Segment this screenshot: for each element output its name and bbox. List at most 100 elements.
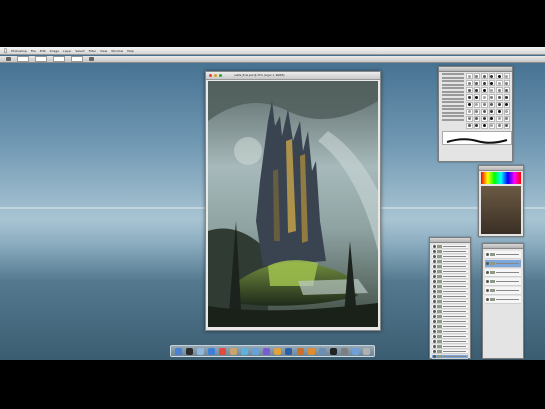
layer-row[interactable] [432,245,468,249]
menu-file[interactable]: File [31,49,36,53]
brush-preset[interactable] [503,94,510,101]
layer-row[interactable] [432,285,468,289]
preview-icon[interactable] [318,347,326,355]
eye-icon[interactable] [433,335,436,338]
trash-icon[interactable] [362,347,370,355]
menu-view[interactable]: View [100,49,107,53]
eye-icon[interactable] [433,255,436,258]
channels-panel[interactable] [482,243,524,359]
brush-preset[interactable] [496,122,503,129]
brush-preset[interactable] [473,122,480,129]
layer-row[interactable] [432,325,468,329]
brush-preset[interactable] [488,122,495,129]
layers-panel[interactable] [429,237,471,359]
safari-icon[interactable] [208,347,216,355]
apple-icon[interactable]:  [4,48,7,54]
bridge-icon[interactable] [296,347,304,355]
brush-preset[interactable] [473,115,480,122]
layer-row[interactable] [432,335,468,339]
layer-row[interactable] [432,310,468,314]
eye-icon[interactable] [433,245,436,248]
brush-preset[interactable] [466,101,473,108]
brush-preset[interactable] [496,80,503,87]
swatches-panel[interactable] [478,165,524,237]
eye-icon[interactable] [433,300,436,303]
photoshop-icon[interactable] [285,347,293,355]
layer-row[interactable] [432,355,468,359]
brush-preset[interactable] [466,87,473,94]
addressbook-icon[interactable] [230,347,238,355]
finder-icon[interactable] [175,347,183,355]
flow-field[interactable] [71,56,83,62]
brush-preset[interactable] [473,73,480,80]
eye-icon[interactable] [433,290,436,293]
layer-row[interactable] [432,340,468,344]
preferences-icon[interactable] [340,347,348,355]
layer-row[interactable] [432,320,468,324]
document-titlebar[interactable]: castle_final.psd @ 25% (Layer 1, RGB/8) [206,72,380,80]
brush-preset[interactable] [503,87,510,94]
minimize-icon[interactable] [214,74,217,77]
eye-icon[interactable] [433,250,436,253]
eye-icon[interactable] [433,305,436,308]
eye-icon[interactable] [433,280,436,283]
brush-preset[interactable] [481,80,488,87]
eye-icon[interactable] [433,320,436,323]
airbrush-icon[interactable] [89,57,94,61]
brush-preset[interactable] [496,87,503,94]
brush-preset[interactable] [481,73,488,80]
garageband-icon[interactable] [274,347,282,355]
eye-icon[interactable] [433,330,436,333]
menu-select[interactable]: Select [75,49,84,53]
brush-preset[interactable] [481,101,488,108]
layer-row[interactable] [432,255,468,259]
menu-filter[interactable]: Filter [89,49,96,53]
eye-icon[interactable] [433,260,436,263]
layer-row[interactable] [432,350,468,354]
layer-row[interactable] [432,300,468,304]
layer-row[interactable] [432,290,468,294]
brush-preset[interactable] [466,115,473,122]
eye-icon[interactable] [433,355,436,358]
layer-row[interactable] [432,295,468,299]
illustrator-icon[interactable] [307,347,315,355]
brush-preset[interactable] [481,87,488,94]
channel-row[interactable] [485,251,521,259]
eye-icon[interactable] [486,271,489,274]
brush-preset[interactable] [503,108,510,115]
layer-row[interactable] [432,315,468,319]
brush-preset[interactable] [503,80,510,87]
brushes-panel-titlebar[interactable] [439,67,512,72]
brush-preset[interactable] [488,87,495,94]
brush-preset[interactable] [473,108,480,115]
layer-row[interactable] [432,265,468,269]
eye-icon[interactable] [486,262,489,265]
eye-icon[interactable] [433,285,436,288]
itunes-icon[interactable] [241,347,249,355]
castle-painting[interactable] [208,81,378,327]
brushes-panel[interactable] [438,66,513,162]
eye-icon[interactable] [486,289,489,292]
brush-tool-icon[interactable] [6,57,11,61]
eye-icon[interactable] [433,345,436,348]
close-icon[interactable] [209,74,212,77]
brush-preset[interactable] [481,122,488,129]
brush-preset[interactable] [503,115,510,122]
eye-icon[interactable] [433,340,436,343]
eye-icon[interactable] [486,253,489,256]
channels-list[interactable] [485,251,521,304]
brush-preset[interactable] [503,73,510,80]
swatch-grid[interactable] [481,186,521,234]
brush-presets-grid[interactable] [466,73,510,129]
brush-preset[interactable] [488,108,495,115]
brush-preset[interactable] [473,87,480,94]
brush-preset[interactable] [466,80,473,87]
mode-dropdown[interactable] [35,56,47,62]
menu-app[interactable]: Photoshop [11,49,27,53]
terminal-icon[interactable] [329,347,337,355]
brush-preset[interactable] [488,101,495,108]
brush-preset[interactable] [503,122,510,129]
layer-row[interactable] [432,270,468,274]
ical-icon[interactable] [219,347,227,355]
channel-row[interactable] [485,269,521,277]
